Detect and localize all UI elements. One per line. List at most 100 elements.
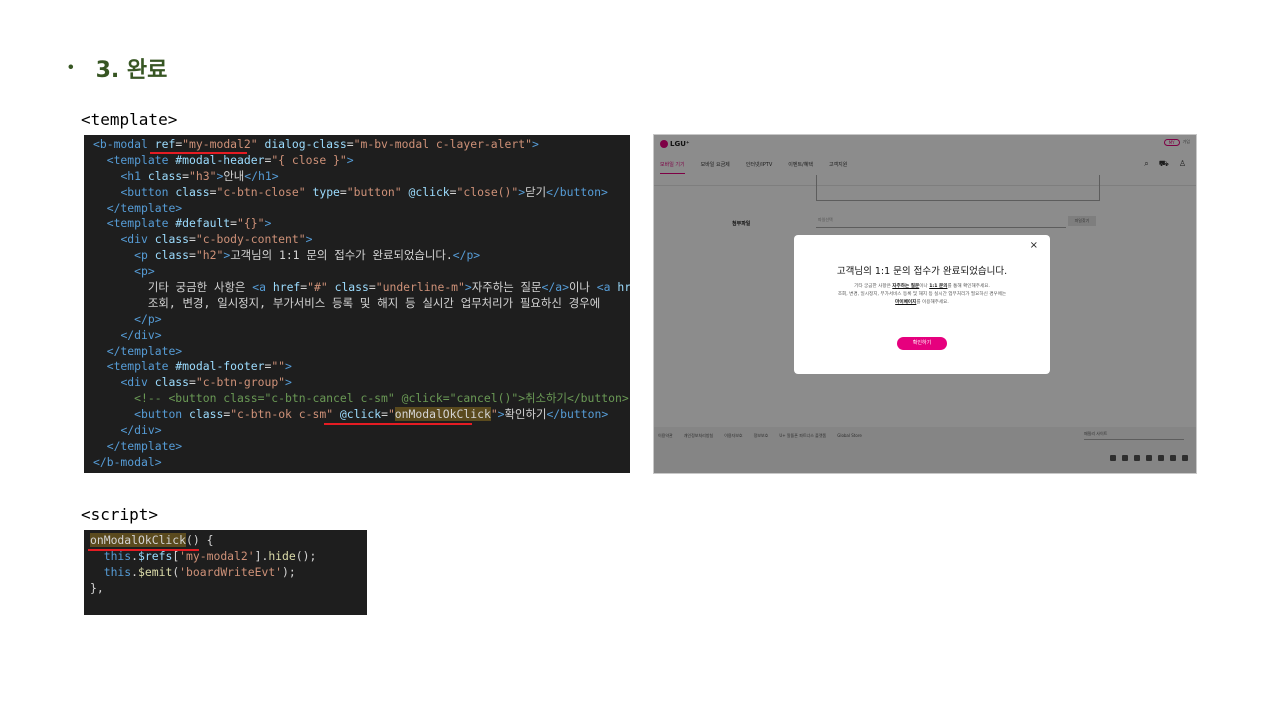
code-token: <b-modal <box>93 137 155 151</box>
code-token: (); <box>295 548 317 563</box>
code-token: <h1 <box>120 168 148 183</box>
code-token: </b-modal> <box>93 454 162 469</box>
code-line: 조회, 변경, 일시정지, 부가서비스 등록 및 해지 등 실시간 업무처리가 … <box>93 296 630 312</box>
ok-button[interactable]: 확인하기 <box>897 337 947 350</box>
code-token: <a <box>596 280 618 295</box>
alert-modal: × 고객님의 1:1 문의 접수가 완료되었습니다. 기타 궁금한 사항은 자주… <box>794 235 1050 374</box>
code-token: () { <box>186 533 214 547</box>
code-token: type <box>305 184 340 199</box>
code-token: <template <box>106 359 176 374</box>
code-line: <h1 class="h3">안내</h1> <box>93 169 630 185</box>
script-label: <script> <box>81 505 159 524</box>
code-token: <template <box>106 216 176 231</box>
code-token: 확인하기 <box>504 407 547 422</box>
code-token: > <box>531 137 539 151</box>
code-line: <button class="c-btn-close" type="button… <box>93 185 630 201</box>
code-token: $emit <box>138 564 173 579</box>
close-icon[interactable]: × <box>1030 240 1038 251</box>
code-token: onModalOkClick <box>90 533 187 547</box>
heading-bullet: • <box>68 59 74 76</box>
code-token: onModalOkClick <box>394 407 491 422</box>
ref-underline <box>150 152 247 154</box>
code-token: }, <box>90 580 104 595</box>
code-token: ref <box>154 137 176 151</box>
code-line: this.$emit('boardWriteEvt'); <box>90 565 367 581</box>
code-token: 이나 <box>568 280 597 295</box>
code-token: = <box>346 137 354 151</box>
code-line: <div class="c-btn-group"> <box>93 375 630 391</box>
script-code-block: onModalOkClick() { this.$refs['my-modal2… <box>84 530 367 615</box>
code-token: @click <box>401 184 450 199</box>
code-token: <div <box>120 375 155 390</box>
code-token: "c-btn-ok c-sm" <box>230 407 334 422</box>
code-token: <a <box>252 280 273 295</box>
slide-heading: • 3. 완료 <box>68 52 167 84</box>
mypage-link[interactable]: 마이페이지 <box>895 300 916 305</box>
code-token: <div <box>120 232 155 247</box>
code-token: </a> <box>541 280 569 295</box>
code-token: class <box>147 168 183 183</box>
code-token: = <box>182 168 190 183</box>
code-token: hide <box>268 548 296 563</box>
code-token: > <box>346 152 354 167</box>
code-token: " <box>490 407 498 422</box>
code-token: class <box>327 280 369 295</box>
code-token: "c-btn-close" <box>216 184 306 199</box>
code-token: "{}" <box>237 216 265 231</box>
code-line: </p> <box>93 312 630 328</box>
code-token: > <box>305 232 313 247</box>
code-line: <!-- <button class="c-btn-cancel c-sm" @… <box>93 391 630 407</box>
code-token: = <box>230 216 238 231</box>
code-token: </template> <box>106 343 183 358</box>
code-token: 조회, 변경, 일시정지, 부가서비스 등록 및 해지 등 실시간 업무처리가 … <box>93 295 601 310</box>
code-line: this.$refs['my-modal2'].hide(); <box>90 549 367 565</box>
code-token: 기타 궁금한 사항은 <box>93 280 253 295</box>
code-token: href <box>272 280 301 295</box>
code-line: <p> <box>93 264 630 280</box>
code-token: > <box>285 375 292 390</box>
code-token: > <box>497 407 505 422</box>
code-token: class <box>175 184 210 199</box>
code-line: <b-modal ref="my-modal2" dialog-class="m… <box>93 137 630 153</box>
code-token: . <box>131 564 139 579</box>
code-token: </template> <box>106 200 183 215</box>
faq-link[interactable]: 자주하는 질문 <box>892 284 919 289</box>
code-token: = <box>189 375 196 390</box>
code-line: <template #default="{}"> <box>93 216 630 232</box>
code-token: > <box>264 216 272 231</box>
inquiry-link[interactable]: 1:1 문의 <box>929 284 947 289</box>
code-token: <p <box>134 248 155 263</box>
code-token: = <box>339 184 347 199</box>
code-line: onModalOkClick() { <box>90 533 367 549</box>
code-line: </template> <box>93 344 630 360</box>
code-token: "{ close }" <box>271 152 347 167</box>
code-line: <template #modal-header="{ close }"> <box>93 153 630 169</box>
code-token: = <box>368 280 376 295</box>
code-token: "underline-m" <box>375 280 465 295</box>
code-line: 기타 궁금한 사항은 <a href="#" class="underline-… <box>93 280 630 296</box>
code-token: </button> <box>546 184 608 199</box>
code-line: <button class="c-btn-ok c-sm" @click="on… <box>93 407 630 423</box>
code-token: "#" <box>307 280 328 295</box>
code-token: "" <box>271 359 286 374</box>
code-line: <div class="c-body-content"> <box>93 232 630 248</box>
code-token: = <box>381 407 388 422</box>
code-token: </h1> <box>244 168 279 183</box>
code-line: </b-modal> <box>93 455 630 471</box>
code-line: </div> <box>93 423 630 439</box>
code-token: ); <box>282 564 296 579</box>
click-underline <box>324 423 472 425</box>
code-token: "button" <box>346 184 402 199</box>
